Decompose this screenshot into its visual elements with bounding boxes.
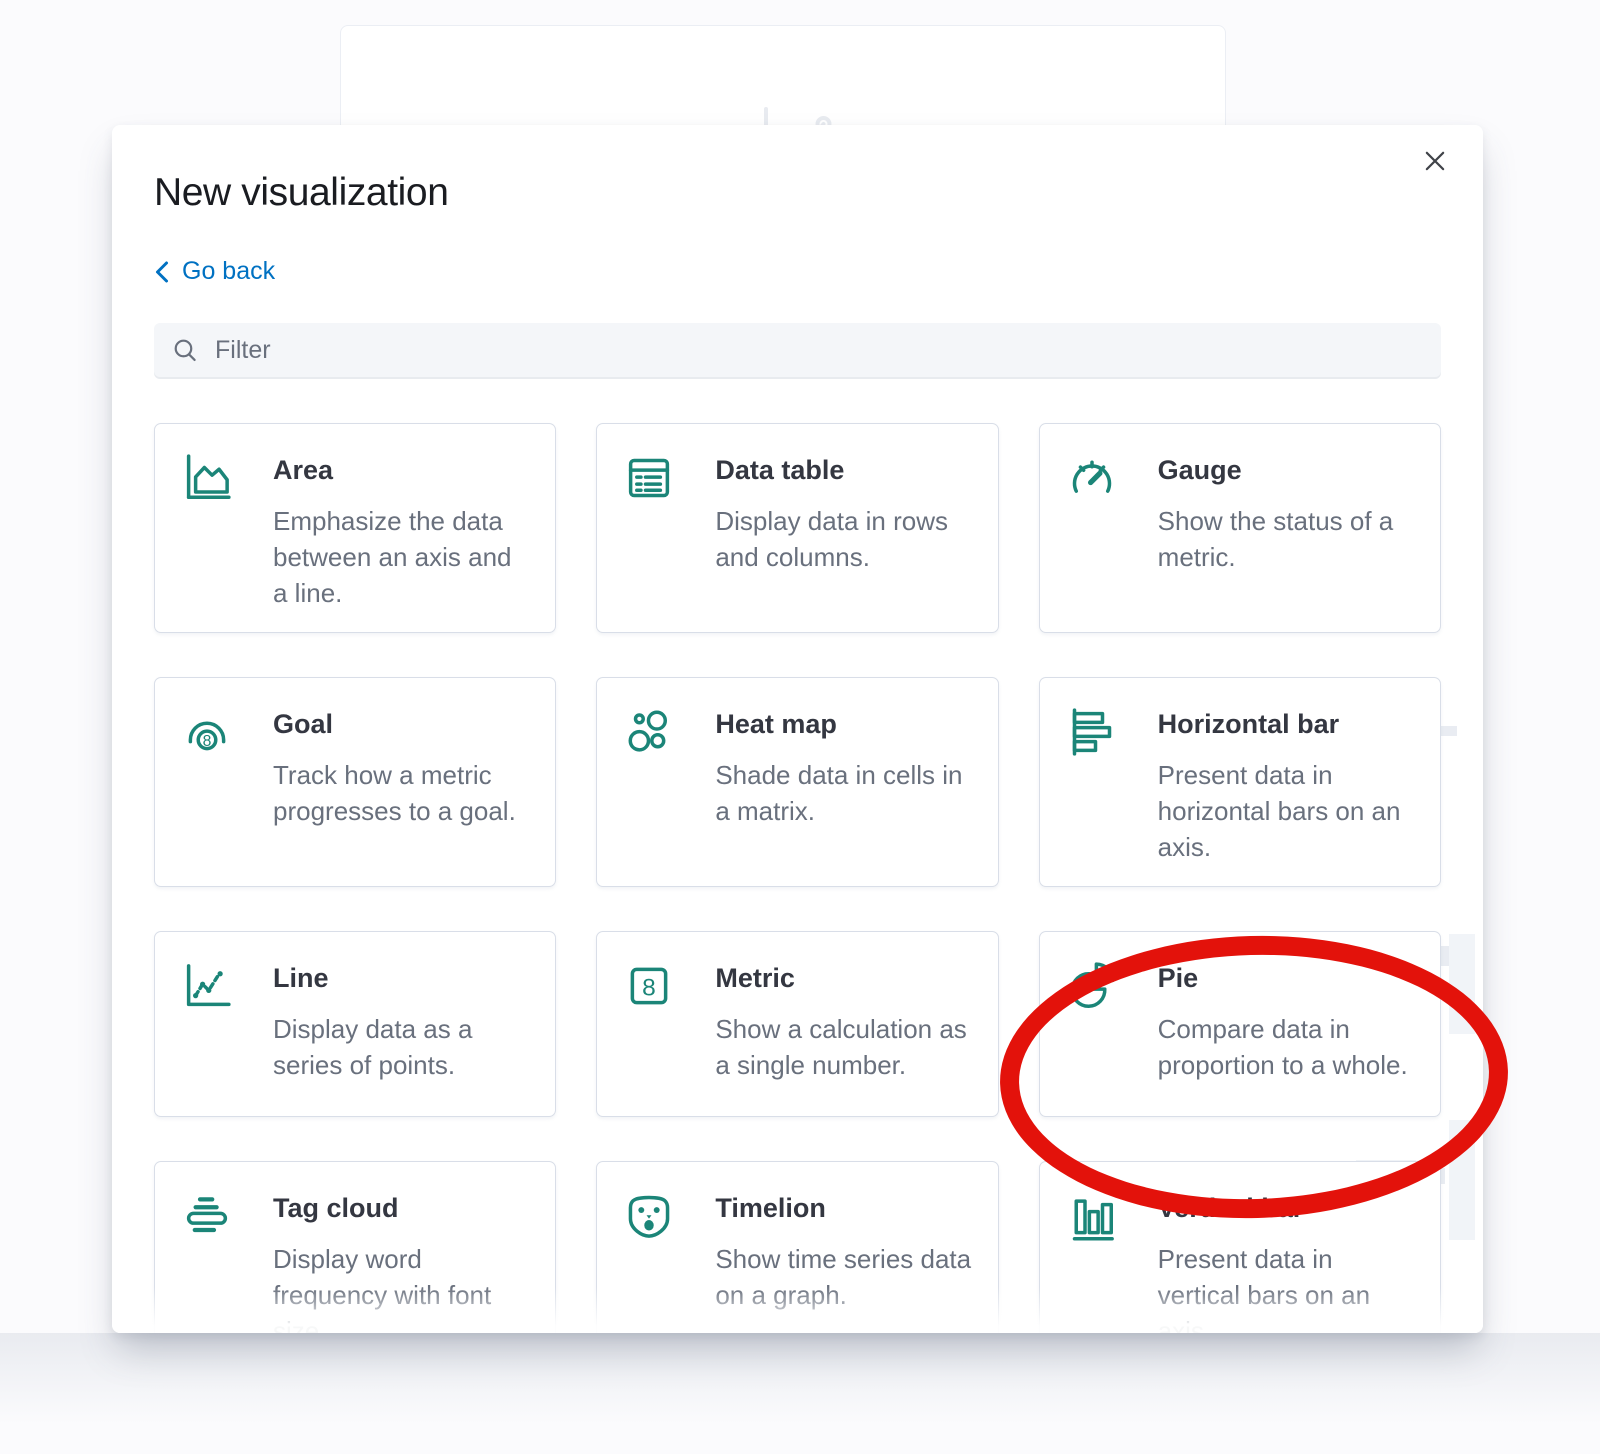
close-icon[interactable] — [1415, 141, 1455, 181]
vis-type-title: Data table — [715, 448, 973, 488]
vis-type-title: Goal — [273, 702, 531, 742]
gauge-icon — [1064, 450, 1124, 506]
vis-type-description: Present data in vertical bars on an axis… — [1158, 1241, 1416, 1333]
tag-cloud-icon — [179, 1188, 239, 1244]
vis-type-description: Display word frequency with font size. — [273, 1241, 531, 1333]
horizontal-bar-icon — [1064, 704, 1124, 760]
vis-type-description: Present data in horizontal bars on an ax… — [1158, 757, 1416, 865]
data-table-icon — [621, 450, 681, 506]
vis-type-title: Horizontal bar — [1158, 702, 1416, 742]
vis-type-grid: Area Emphasize the data between an axis … — [154, 423, 1441, 1334]
metric-icon: 8 — [621, 958, 681, 1014]
page-bottom-haze — [0, 1333, 1600, 1454]
vis-type-title: Vertical bar — [1158, 1186, 1416, 1226]
vis-type-description: Emphasize the data between an axis and a… — [273, 503, 531, 611]
vis-type-title: Tag cloud — [273, 1186, 531, 1226]
vis-type-description: Compare data in proportion to a whole. — [1158, 1011, 1416, 1083]
new-visualization-modal: New visualization Go back — [112, 125, 1483, 1333]
line-chart-icon — [179, 958, 239, 1014]
goal-icon: 8 — [179, 704, 239, 760]
vis-type-card-tag-cloud[interactable]: Tag cloud Display word frequency with fo… — [154, 1161, 556, 1334]
vis-type-description: Show a calculation as a single number. — [715, 1011, 973, 1083]
vis-type-card-vertical-bar[interactable]: Vertical bar Present data in vertical ba… — [1039, 1161, 1441, 1334]
search-icon — [172, 337, 199, 364]
vis-type-description: Shade data in cells in a matrix. — [715, 757, 973, 829]
modal-title: New visualization — [154, 125, 1441, 215]
vis-type-title: Line — [273, 956, 531, 996]
vis-type-card-data-table[interactable]: Data table Display data in rows and colu… — [596, 423, 998, 633]
vis-type-description: Display data as a series of points. — [273, 1011, 531, 1083]
vis-type-title: Timelion — [715, 1186, 973, 1226]
vis-type-card-gauge[interactable]: Gauge Show the status of a metric. — [1039, 423, 1441, 633]
vis-type-description: Display data in rows and columns. — [715, 503, 973, 575]
pie-chart-icon — [1064, 958, 1124, 1014]
go-back-label: Go back — [182, 257, 275, 286]
area-chart-icon — [179, 450, 239, 506]
vis-type-description: Show time series data on a graph. — [715, 1241, 973, 1313]
go-back-link[interactable]: Go back — [154, 257, 275, 286]
vis-type-title: Area — [273, 448, 531, 488]
vis-type-card-goal[interactable]: 8 Goal Track how a metric progresses to … — [154, 677, 556, 887]
filter-input[interactable] — [213, 335, 1423, 366]
vis-type-card-area[interactable]: Area Emphasize the data between an axis … — [154, 423, 556, 633]
vis-type-card-metric[interactable]: 8 Metric Show a calculation as a single … — [596, 931, 998, 1117]
vis-type-card-pie[interactable]: Pie Compare data in proportion to a whol… — [1039, 931, 1441, 1117]
heat-map-icon — [621, 704, 681, 760]
vis-type-title: Pie — [1158, 956, 1416, 996]
filter-search-box[interactable] — [154, 323, 1441, 379]
vis-type-title: Heat map — [715, 702, 973, 742]
vis-type-card-heat-map[interactable]: Heat map Shade data in cells in a matrix… — [596, 677, 998, 887]
chevron-left-icon — [154, 260, 170, 284]
vis-type-description: Track how a metric progresses to a goal. — [273, 757, 531, 829]
vis-type-card-line[interactable]: Line Display data as a series of points. — [154, 931, 556, 1117]
vertical-bar-icon — [1064, 1188, 1124, 1244]
svg-text:8: 8 — [643, 974, 657, 1001]
vis-type-card-horizontal-bar[interactable]: Horizontal bar Present data in horizonta… — [1039, 677, 1441, 887]
timelion-icon — [621, 1188, 681, 1244]
vis-type-title: Gauge — [1158, 448, 1416, 488]
vis-type-card-timelion[interactable]: Timelion Show time series data on a grap… — [596, 1161, 998, 1334]
vis-type-description: Show the status of a metric. — [1158, 503, 1416, 575]
svg-text:8: 8 — [203, 733, 212, 750]
vis-type-title: Metric — [715, 956, 973, 996]
